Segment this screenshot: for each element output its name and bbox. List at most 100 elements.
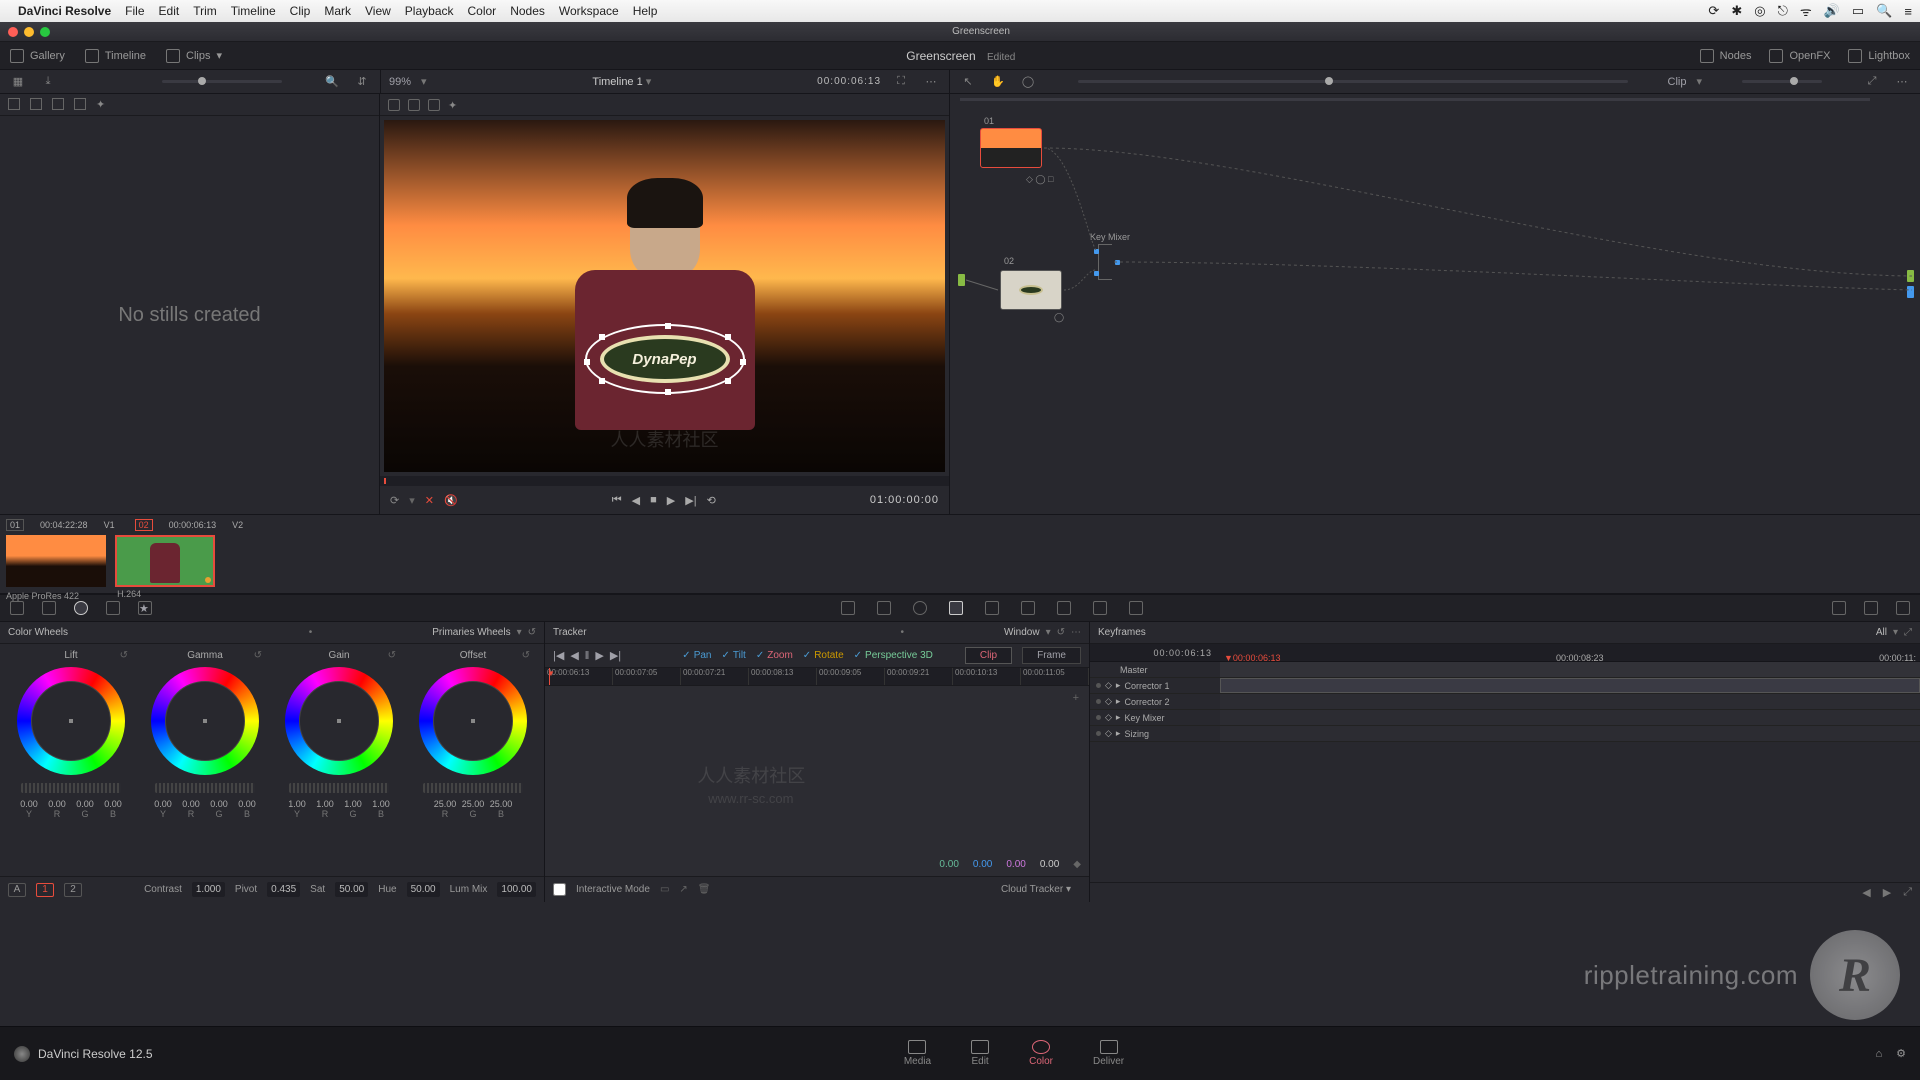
close-window-button[interactable] bbox=[8, 27, 18, 37]
menu-clip[interactable]: Clip bbox=[290, 4, 311, 18]
lift-r[interactable]: 0.00 bbox=[45, 799, 69, 809]
view-icon[interactable] bbox=[74, 98, 86, 110]
offset-g[interactable]: 25.00 bbox=[461, 799, 485, 809]
kf-master-row[interactable]: Master bbox=[1090, 662, 1920, 678]
qualifier-icon[interactable] bbox=[877, 601, 891, 615]
pointer-icon[interactable]: ↖ bbox=[958, 72, 978, 92]
overlay-icon[interactable] bbox=[428, 99, 440, 111]
menu-timeline[interactable]: Timeline bbox=[231, 4, 276, 18]
graph-output-alpha[interactable] bbox=[1907, 286, 1914, 298]
kf-row-sizing[interactable]: ◇▸Sizing bbox=[1090, 726, 1920, 742]
project-settings-icon[interactable]: ⚙ bbox=[1896, 1047, 1906, 1060]
tracker-mode-dropdown[interactable]: Window bbox=[1004, 627, 1040, 638]
lift-jog[interactable] bbox=[21, 783, 121, 793]
play-button[interactable]: ▶ bbox=[667, 494, 675, 507]
wand-icon[interactable]: ✦ bbox=[448, 99, 460, 111]
blur-icon[interactable] bbox=[985, 601, 999, 615]
menu-workspace[interactable]: Workspace bbox=[559, 4, 619, 18]
mute-icon[interactable]: 🔇 bbox=[444, 494, 458, 507]
graph-output-rgb[interactable] bbox=[1907, 270, 1914, 282]
grid-icon[interactable]: ▦ bbox=[8, 72, 28, 92]
log-icon[interactable] bbox=[106, 601, 120, 615]
zoom-value-dropdown[interactable]: 99% bbox=[389, 76, 411, 88]
home-icon[interactable]: ⌂ bbox=[1875, 1048, 1882, 1060]
frame-mode-button[interactable]: Frame bbox=[1022, 647, 1081, 664]
more-icon[interactable]: ⋯ bbox=[921, 72, 941, 92]
wheels-mode-dropdown[interactable]: Primaries Wheels bbox=[432, 627, 510, 638]
gain-jog[interactable] bbox=[289, 783, 389, 793]
page-color[interactable]: Color bbox=[1029, 1040, 1053, 1067]
gallery-button[interactable]: Gallery bbox=[10, 49, 65, 63]
gamma-wheel[interactable] bbox=[151, 667, 259, 775]
thumb-size-slider[interactable] bbox=[162, 80, 282, 83]
pivot-value[interactable]: 0.435 bbox=[267, 882, 300, 897]
clip-1-thumb[interactable]: Apple ProRes 422 bbox=[6, 535, 106, 587]
sizing-icon[interactable] bbox=[1057, 601, 1071, 615]
add-icon[interactable]: ◆ bbox=[1073, 859, 1081, 870]
pan-checkbox[interactable]: ✓Pan bbox=[682, 650, 711, 661]
prev-frame-button[interactable]: ◀ bbox=[632, 494, 640, 507]
rotate-checkbox[interactable]: ✓Rotate bbox=[803, 650, 844, 661]
search-icon[interactable]: 🔍 bbox=[1876, 3, 1892, 19]
last-frame-button[interactable]: ⟲ bbox=[707, 494, 716, 507]
track-rev-button[interactable]: ◀ bbox=[570, 649, 578, 662]
lift-wheel[interactable] bbox=[17, 667, 125, 775]
export-icon[interactable]: ⤓ bbox=[38, 72, 58, 92]
camera-raw-icon[interactable] bbox=[10, 601, 24, 615]
fullscreen-icon[interactable]: ⛶ bbox=[891, 72, 911, 92]
gamma-g[interactable]: 0.00 bbox=[207, 799, 231, 809]
timeline-name-dropdown[interactable]: Timeline 1 bbox=[592, 76, 642, 88]
gain-wheel[interactable] bbox=[285, 667, 393, 775]
offset-wheel[interactable] bbox=[419, 667, 527, 775]
gain-reset-icon[interactable]: ↺ bbox=[388, 650, 396, 661]
bypass-icon[interactable]: ✕ bbox=[425, 494, 434, 507]
windows-icon[interactable] bbox=[913, 601, 927, 615]
sat-value[interactable]: 50.00 bbox=[335, 882, 368, 897]
hand-icon[interactable]: ✋ bbox=[988, 72, 1008, 92]
minimize-window-button[interactable] bbox=[24, 27, 34, 37]
graph-input[interactable] bbox=[958, 274, 965, 286]
group-2-button[interactable]: 2 bbox=[64, 883, 82, 897]
lummix-value[interactable]: 100.00 bbox=[497, 882, 536, 897]
clip-dropdown[interactable]: Clip bbox=[1668, 76, 1687, 88]
keyframes-expand-icon[interactable]: ⤢ bbox=[1904, 627, 1912, 638]
view-icon[interactable] bbox=[52, 98, 64, 110]
gamma-reset-icon[interactable]: ↺ bbox=[254, 650, 262, 661]
cloud-tracker-dropdown[interactable]: Cloud Tracker ▾ bbox=[991, 882, 1081, 897]
info-icon[interactable] bbox=[1896, 601, 1910, 615]
curves-icon[interactable] bbox=[841, 601, 855, 615]
wheels-dot-icon[interactable]: • bbox=[309, 627, 313, 638]
power-window-ellipse[interactable]: DynaPep bbox=[585, 324, 745, 394]
kf-row-corrector1[interactable]: ◇▸Corrector 1 bbox=[1090, 678, 1920, 694]
it-icon[interactable]: 🗑 bbox=[698, 884, 711, 895]
page-edit[interactable]: Edit bbox=[971, 1040, 989, 1067]
tracker-graph[interactable]: + 0.00 0.00 0.00 0.00 ◆ 人人素材社区 www.rr-sc… bbox=[545, 686, 1089, 876]
zoom-checkbox[interactable]: ✓Zoom bbox=[756, 650, 793, 661]
offset-reset-icon[interactable]: ↺ bbox=[522, 650, 530, 661]
menu-help[interactable]: Help bbox=[633, 4, 658, 18]
track-stop-button[interactable]: ‖ bbox=[585, 650, 590, 662]
page-deliver[interactable]: Deliver bbox=[1093, 1040, 1124, 1067]
group-1-button[interactable]: 1 bbox=[36, 883, 54, 897]
gain-r[interactable]: 1.00 bbox=[313, 799, 337, 809]
nodes-button[interactable]: Nodes bbox=[1700, 49, 1752, 63]
more-icon[interactable]: ⋯ bbox=[1892, 72, 1912, 92]
expand-icon[interactable]: ⤢ bbox=[1862, 72, 1882, 92]
tilt-checkbox[interactable]: ✓Tilt bbox=[721, 650, 745, 661]
search-icon[interactable]: 🔍 bbox=[322, 72, 342, 92]
menu-file[interactable]: File bbox=[125, 4, 144, 18]
track-rev-one-button[interactable]: |◀ bbox=[553, 649, 564, 662]
kf-zoom-icon[interactable]: ⤢ bbox=[1903, 886, 1912, 899]
lift-y[interactable]: 0.00 bbox=[17, 799, 41, 809]
overlay-icon[interactable] bbox=[388, 99, 400, 111]
status-icon[interactable]: ⎋ bbox=[1778, 3, 1788, 19]
view-icon[interactable] bbox=[8, 98, 20, 110]
node-zoom-slider[interactable] bbox=[1078, 80, 1628, 83]
wand-icon[interactable]: ✦ bbox=[96, 98, 108, 110]
it-icon[interactable]: ↗ bbox=[679, 884, 687, 895]
lightbox-button[interactable]: Lightbox bbox=[1848, 49, 1910, 63]
gain-y[interactable]: 1.00 bbox=[285, 799, 309, 809]
tracker-dot-icon[interactable]: • bbox=[900, 627, 904, 638]
key-icon[interactable] bbox=[1021, 601, 1035, 615]
kf-next-icon[interactable]: ▶ bbox=[1883, 886, 1891, 899]
